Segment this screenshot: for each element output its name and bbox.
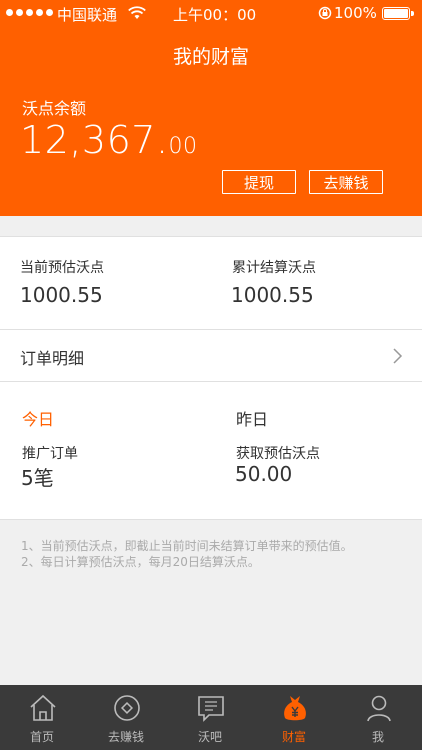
chat-icon bbox=[198, 696, 224, 722]
tab-home[interactable]: 首页 bbox=[0, 685, 84, 750]
battery-icon bbox=[382, 7, 414, 20]
tab-today[interactable]: 今日 bbox=[22, 406, 54, 430]
user-icon bbox=[367, 695, 391, 722]
tab-me[interactable]: 我 bbox=[336, 685, 420, 750]
points-summary: 当前预估沃点 1000.55 累计结算沃点 1000.55 bbox=[0, 236, 422, 329]
current-estimated-label: 当前预估沃点 bbox=[20, 260, 104, 276]
wifi-icon bbox=[128, 6, 146, 19]
earned-points-value: 50.00 bbox=[235, 462, 293, 486]
balance-amount: 12,367.00 bbox=[20, 118, 198, 162]
promo-orders-value: 5笔 bbox=[21, 466, 54, 490]
daily-stats: 今日 昨日 推广订单 5笔 获取预估沃点 50.00 bbox=[0, 382, 422, 520]
note-line: 2、每日计算预估沃点，每月20日结算沃点。 bbox=[21, 555, 260, 569]
notes: 1、当前预估沃点，即截止当前时间未结算订单带来的预估值。 2、每日计算预估沃点，… bbox=[21, 538, 353, 570]
battery-percent: 100% bbox=[334, 4, 377, 22]
rotation-lock-icon bbox=[318, 6, 332, 20]
balance-integer: 12,367. bbox=[20, 118, 169, 162]
page-title: 我的财富 bbox=[172, 46, 249, 68]
tab-label: 去赚钱 bbox=[107, 730, 144, 744]
withdraw-button[interactable]: 提现 bbox=[222, 170, 296, 194]
wealth-header: 中国联通 上午00：00 100% 我的财富 沃点余额 12,367.00 提现… bbox=[0, 0, 422, 216]
tab-label: 我 bbox=[371, 730, 384, 744]
chevron-right-icon bbox=[393, 348, 403, 364]
tab-yesterday[interactable]: 昨日 bbox=[236, 406, 268, 430]
status-bar: 中国联通 上午00：00 100% bbox=[0, 0, 422, 28]
promo-orders-label: 推广订单 bbox=[22, 446, 78, 462]
tab-label: 首页 bbox=[29, 730, 54, 744]
tab-wealth[interactable]: 财富 bbox=[252, 685, 336, 750]
carrier-name: 中国联通 bbox=[57, 6, 118, 24]
earned-points-label: 获取预估沃点 bbox=[236, 446, 320, 462]
home-icon bbox=[30, 694, 56, 721]
balance-decimal: 00 bbox=[168, 134, 198, 159]
status-time: 上午00：00 bbox=[173, 6, 257, 24]
order-details-label: 订单明细 bbox=[20, 349, 85, 368]
earn-button[interactable]: 去赚钱 bbox=[309, 170, 383, 194]
tab-bar: 首页 去赚钱 沃吧 财富 我 bbox=[0, 685, 422, 750]
signal-icon bbox=[6, 9, 53, 16]
note-line: 1、当前预估沃点，即截止当前时间未结算订单带来的预估值。 bbox=[21, 539, 353, 553]
tab-label: 沃吧 bbox=[197, 730, 222, 744]
balance-label: 沃点余额 bbox=[22, 99, 87, 118]
tab-woba[interactable]: 沃吧 bbox=[168, 685, 252, 750]
money-bag-icon bbox=[284, 696, 306, 721]
current-estimated-value: 1000.55 bbox=[20, 283, 103, 307]
cumulative-settled-label: 累计结算沃点 bbox=[232, 260, 316, 276]
order-details-row[interactable]: 订单明细 bbox=[0, 329, 422, 382]
cumulative-settled-value: 1000.55 bbox=[231, 283, 314, 307]
tab-label: 财富 bbox=[281, 730, 306, 744]
tab-earn[interactable]: 去赚钱 bbox=[84, 685, 168, 750]
coin-icon bbox=[114, 695, 140, 721]
